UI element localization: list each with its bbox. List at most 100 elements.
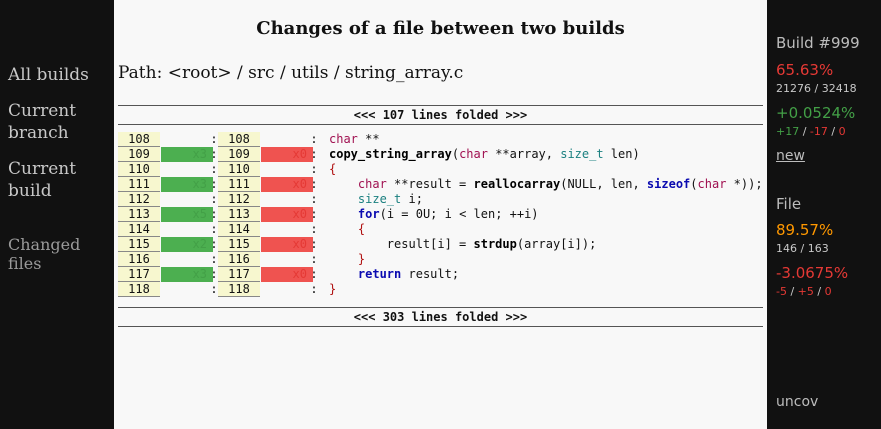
hit-count-old: x3 <box>161 147 213 162</box>
hit-count-new: x0 <box>261 177 313 192</box>
file-delta-plus: +5 <box>797 285 814 298</box>
source-code-line: char **result = reallocarray(NULL, len, … <box>357 177 763 191</box>
source-code-line: } <box>357 252 366 266</box>
column-separator: : <box>310 222 318 236</box>
source-code-line: size_t i; <box>357 192 423 206</box>
new-line-number: 115 <box>218 237 260 252</box>
source-code-line: char ** <box>329 132 380 146</box>
left-nav: All builds Current branch Current build … <box>0 0 114 429</box>
column-separator: : <box>310 267 318 281</box>
code-row: 115 x2:115 x0: result[i] = strdup(array[i]… <box>118 237 763 252</box>
new-line-number: 111 <box>218 177 260 192</box>
code-row: 108:108: char ** <box>118 132 763 147</box>
hit-count-new: x0 <box>261 237 313 252</box>
right-sidebar: Build #999 65.63% 21276 / 32418 +0.0524%… <box>767 0 881 429</box>
column-separator: : <box>310 192 318 206</box>
column-separator: : <box>210 237 218 251</box>
old-line-number: 112 <box>118 192 160 207</box>
old-line-number: 114 <box>118 222 160 237</box>
file-lines: 146 / 163 <box>776 242 829 255</box>
main-content: Changes of a file between two builds Pat… <box>114 0 767 429</box>
build-delta: +0.0524% <box>776 104 856 122</box>
code-row: 110:110:{ <box>118 162 763 177</box>
code-row: 111 x3:111 x0: char **result = reallocarra… <box>118 177 763 192</box>
nav-current-branch[interactable]: Current branch <box>8 100 76 144</box>
new-line-number: 118 <box>218 282 260 297</box>
nav-all-builds[interactable]: All builds <box>8 64 89 86</box>
build-delta-breakdown: +17 / -17 / 0 <box>776 125 846 138</box>
file-coverage: 89.57% <box>776 221 834 239</box>
new-line-number: 117 <box>218 267 260 282</box>
page-title: Changes of a file between two builds <box>256 18 625 39</box>
nav-current-build[interactable]: Current build <box>8 158 76 202</box>
new-line-number: 109 <box>218 147 260 162</box>
build-label: Build #999 <box>776 34 860 52</box>
build-delta-plus: +17 <box>776 125 800 138</box>
source-code-line: copy_string_array(char **array, size_t l… <box>329 147 640 161</box>
code-row: 113 x5:113 x0: for(i = 0U; i < len; ++i) <box>118 207 763 222</box>
code-table: 108:108: char ** 109 x3:109 x0: copy_string_a… <box>118 132 763 297</box>
column-separator: : <box>210 147 218 161</box>
hit-count-old: x2 <box>161 237 213 252</box>
column-separator: : <box>310 132 318 146</box>
old-line-number: 108 <box>118 132 160 147</box>
column-separator: : <box>310 177 318 191</box>
code-row: 118:118:} <box>118 282 763 297</box>
file-delta: -3.0675% <box>776 264 849 282</box>
source-code-line: for(i = 0U; i < len; ++i) <box>357 207 539 221</box>
column-separator: : <box>210 192 218 206</box>
uncov-link[interactable]: uncov <box>776 394 818 410</box>
old-line-number: 117 <box>118 267 160 282</box>
code-row: 114:114: { <box>118 222 763 237</box>
hit-count-old: x5 <box>161 207 213 222</box>
column-separator: : <box>310 237 318 251</box>
source-code-line: return result; <box>357 267 460 281</box>
hit-count-old: x3 <box>161 267 213 282</box>
column-separator: : <box>210 177 218 191</box>
old-line-number: 113 <box>118 207 160 222</box>
file-delta-minus: -5 <box>776 285 787 298</box>
new-line-number: 114 <box>218 222 260 237</box>
file-path: Path: <root> / src / utils / string_arra… <box>118 63 464 83</box>
column-separator: : <box>310 207 318 221</box>
old-line-number: 115 <box>118 237 160 252</box>
nav-changed-files[interactable]: Changed files <box>8 235 80 273</box>
fold-bottom-toggle[interactable]: <<< 303 lines folded >>> <box>118 307 763 327</box>
new-line-number: 108 <box>218 132 260 147</box>
hit-count-new: x0 <box>261 267 313 282</box>
column-separator: : <box>210 282 218 296</box>
code-row: 112:112: size_t i; <box>118 192 763 207</box>
column-separator: : <box>210 222 218 236</box>
source-code-line: result[i] = strdup(array[i]); <box>329 237 597 251</box>
old-line-number: 111 <box>118 177 160 192</box>
file-delta-breakdown: -5 / +5 / 0 <box>776 285 832 298</box>
code-row: 116:116: } <box>118 252 763 267</box>
column-separator: : <box>310 282 318 296</box>
new-line-number: 116 <box>218 252 260 267</box>
new-line-number: 113 <box>218 207 260 222</box>
column-separator: : <box>210 132 218 146</box>
hit-count-new: x0 <box>261 147 313 162</box>
code-row: 117 x3:117 x0: return result; <box>118 267 763 282</box>
build-delta-minus: -17 <box>809 125 828 138</box>
fold-top-toggle[interactable]: <<< 107 lines folded >>> <box>118 105 763 125</box>
old-line-number: 109 <box>118 147 160 162</box>
new-line-number: 110 <box>218 162 260 177</box>
column-separator: : <box>210 162 218 176</box>
column-separator: : <box>210 267 218 281</box>
code-row: 109 x3:109 x0: copy_string_array(char **arr… <box>118 147 763 162</box>
build-delta-zero: 0 <box>838 125 846 138</box>
column-separator: : <box>210 207 218 221</box>
source-code-line: } <box>329 282 337 296</box>
build-coverage: 65.63% <box>776 61 834 79</box>
old-line-number: 118 <box>118 282 160 297</box>
column-separator: : <box>210 252 218 266</box>
file-delta-zero: 0 <box>824 285 832 298</box>
source-code-line: { <box>357 222 366 236</box>
file-label: File <box>776 195 802 213</box>
build-lines: 21276 / 32418 <box>776 82 857 95</box>
hit-count-new: x0 <box>261 207 313 222</box>
source-code-line: { <box>329 162 337 176</box>
new-line-number: 112 <box>218 192 260 207</box>
new-link[interactable]: new <box>776 148 805 164</box>
